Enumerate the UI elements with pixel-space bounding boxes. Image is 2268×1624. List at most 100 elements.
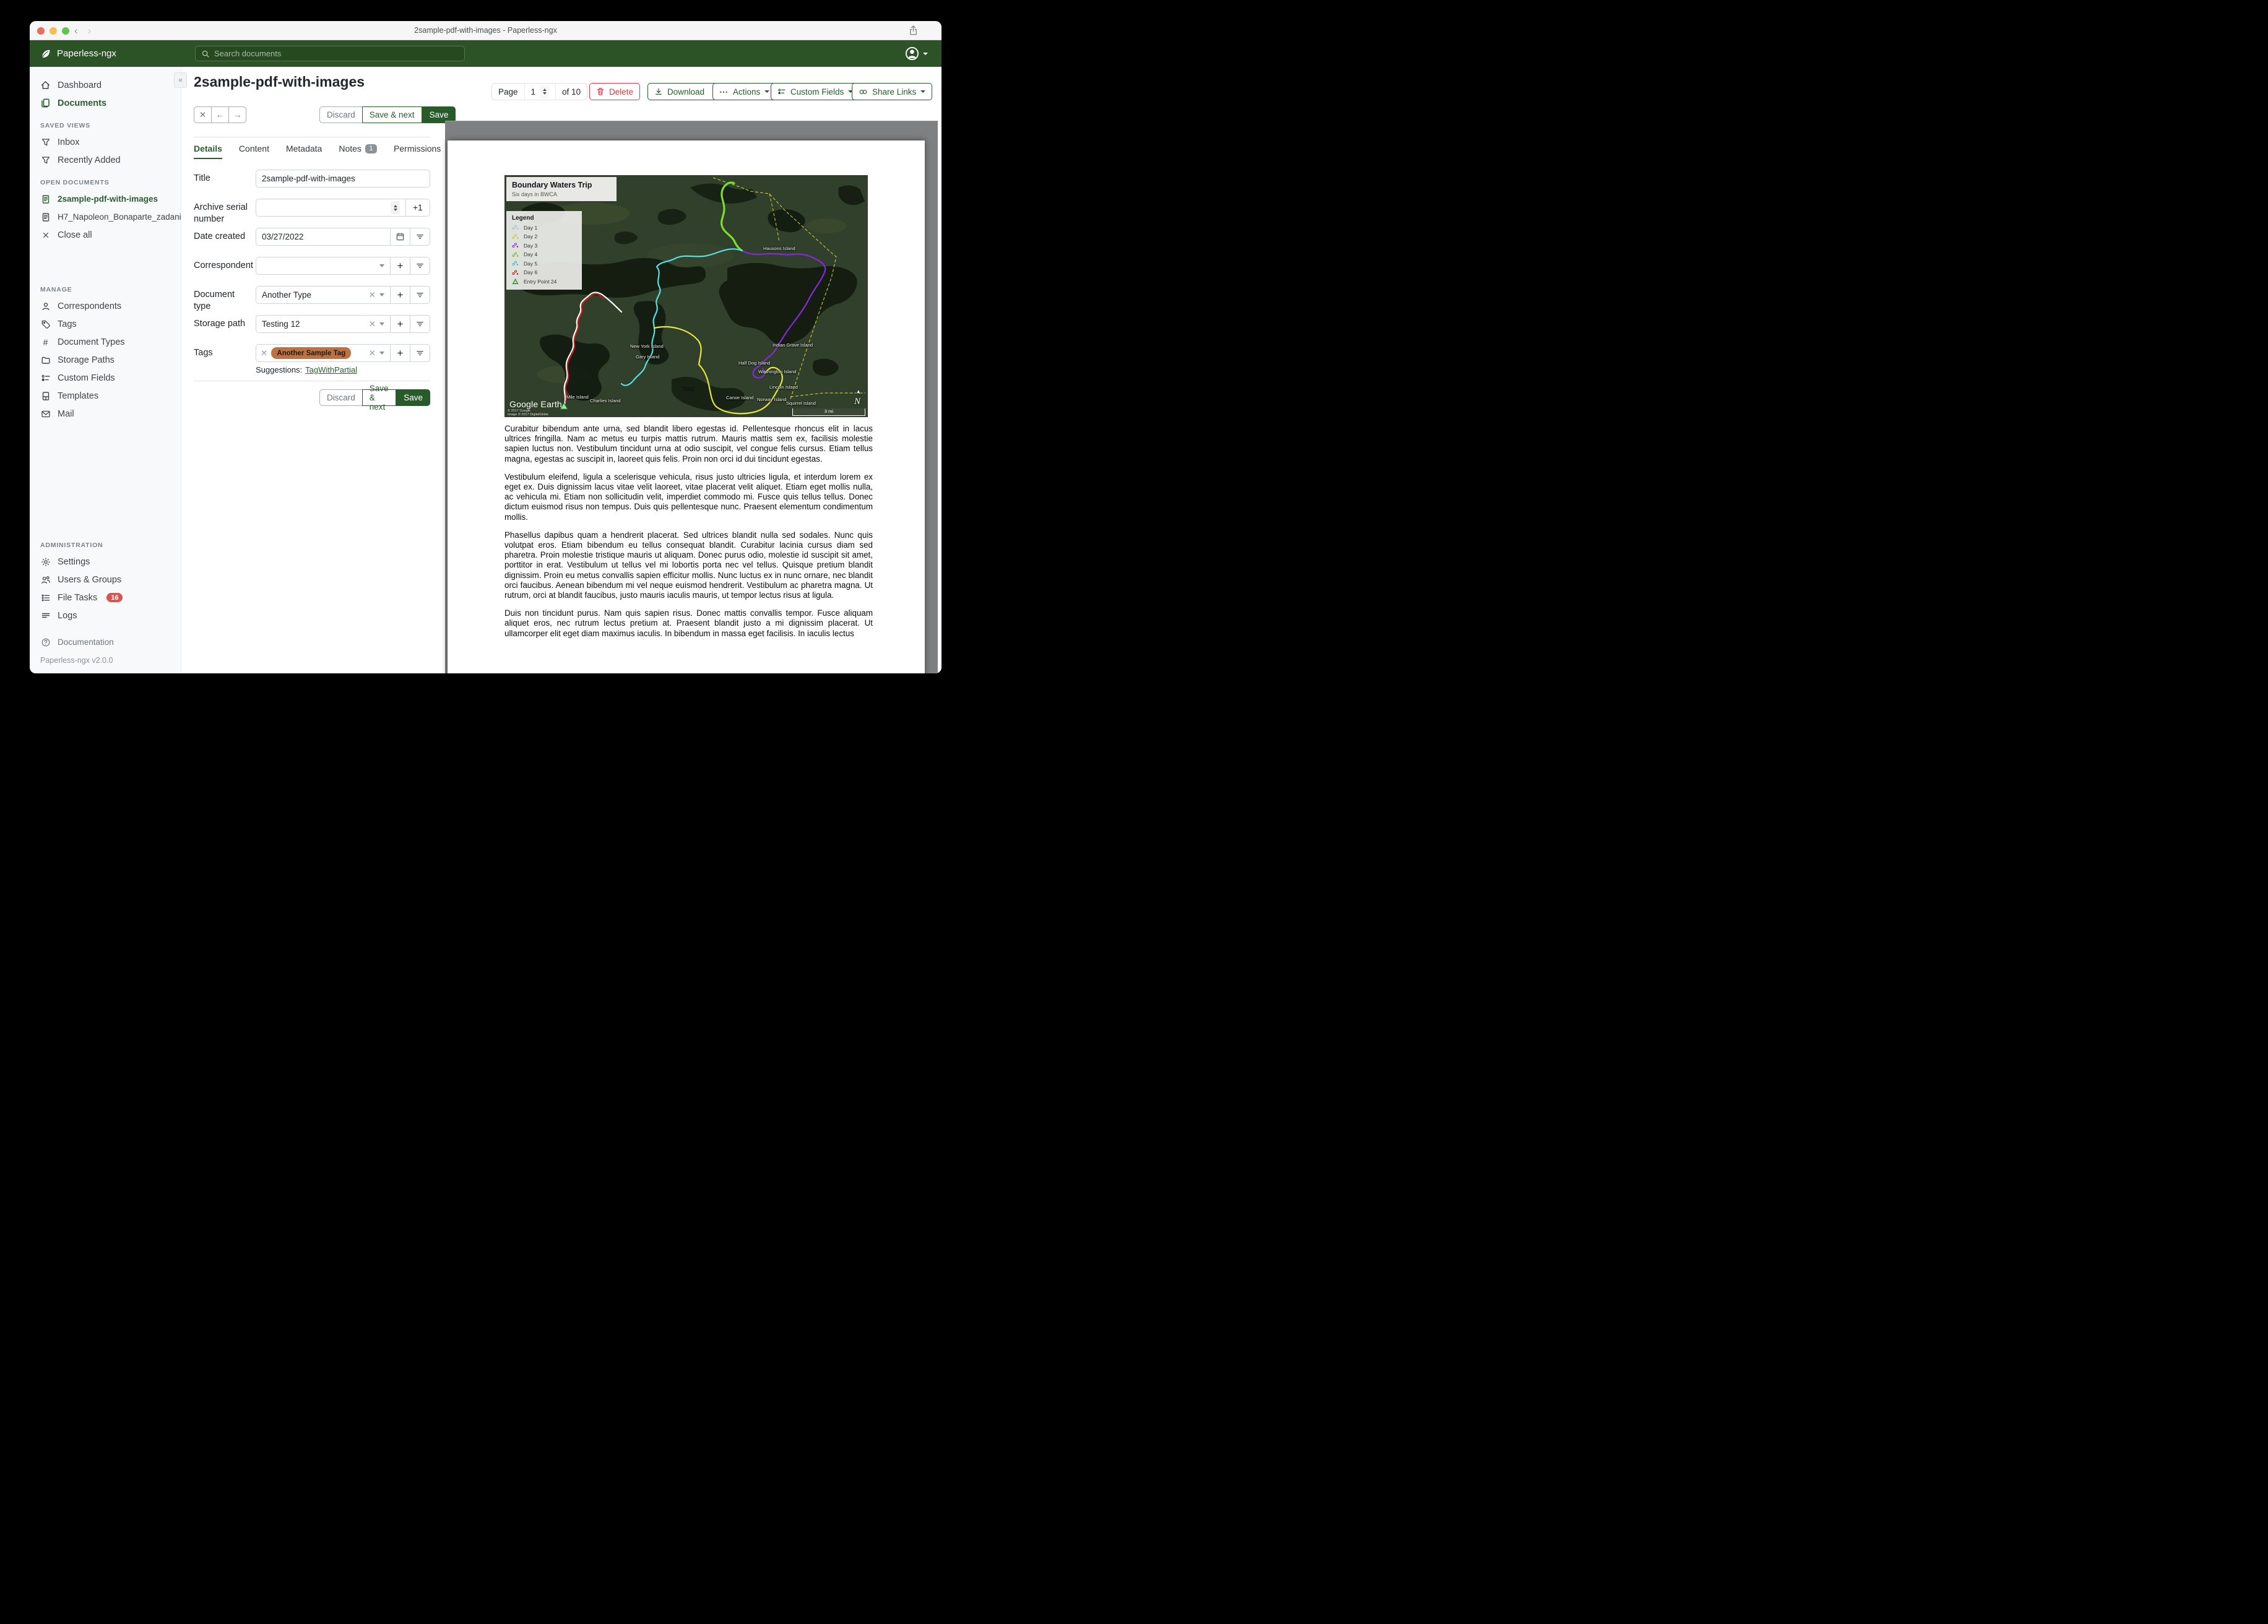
- correspondent-filter-button[interactable]: [410, 257, 430, 275]
- asn-field-label: Archive serial number: [194, 202, 248, 224]
- search-input[interactable]: Search documents: [195, 46, 465, 61]
- zoom-window-button[interactable]: [62, 27, 69, 35]
- back-icon[interactable]: ‹: [74, 25, 78, 37]
- legend-item: Day 2: [512, 233, 576, 240]
- page-number-input[interactable]: 1: [524, 84, 556, 100]
- map-text-annotation: Text: [682, 386, 695, 393]
- share-links-button[interactable]: Share Links: [852, 83, 933, 100]
- calendar-icon: [396, 233, 404, 241]
- discard-button[interactable]: Discard: [319, 389, 363, 406]
- save-button[interactable]: Save: [396, 389, 430, 406]
- delete-button[interactable]: Delete: [589, 83, 641, 100]
- sidebar-item-file-tasks[interactable]: File Tasks 16: [30, 589, 181, 607]
- sidebar-collapse-button[interactable]: «: [174, 72, 187, 88]
- tag-chip[interactable]: Another Sample Tag: [271, 347, 352, 359]
- number-stepper-icon[interactable]: [391, 201, 400, 214]
- app-window: ‹ › 2sample-pdf-with-images - Paperless-…: [30, 21, 941, 673]
- island-label: Canoe Island: [726, 395, 754, 400]
- person-icon: [40, 301, 51, 311]
- document-type-select[interactable]: Another Type ✕: [256, 286, 391, 304]
- browser-history-controls: ‹ ›: [74, 21, 91, 40]
- add-document-type-button[interactable]: +: [390, 286, 410, 304]
- sidebar-item-documents[interactable]: Documents: [30, 94, 181, 112]
- save-and-next-button[interactable]: Save & next: [361, 384, 397, 412]
- next-document-button[interactable]: →: [228, 106, 246, 123]
- minimize-window-button[interactable]: [50, 27, 57, 35]
- add-tag-button[interactable]: +: [390, 344, 410, 362]
- date-filter-button[interactable]: [410, 228, 430, 246]
- close-window-button[interactable]: [37, 27, 45, 35]
- paragraph: Vestibulum eleifend, ligula a scelerisqu…: [504, 472, 873, 522]
- asn-input[interactable]: [256, 199, 406, 217]
- filter-lines-icon: [417, 264, 423, 268]
- close-document-button[interactable]: ✕: [194, 106, 212, 123]
- tags-select[interactable]: ✕ Another Sample Tag ✕: [256, 344, 391, 362]
- storage-path-select[interactable]: Testing 12 ✕: [256, 315, 391, 333]
- sidebar-item-users-groups[interactable]: Users & Groups: [30, 571, 181, 589]
- compass-north: N: [853, 389, 862, 407]
- sidebar-item-inbox[interactable]: Inbox: [30, 133, 181, 151]
- sidebar-item-mail[interactable]: Mail: [30, 405, 181, 423]
- page-stepper-icon[interactable]: [540, 85, 550, 98]
- sidebar-item-templates[interactable]: Templates: [30, 387, 181, 405]
- remove-tag-icon[interactable]: ✕: [261, 349, 267, 358]
- app-brand[interactable]: Paperless-ngx: [40, 40, 116, 67]
- entry-point-icon: [512, 278, 519, 284]
- tags-filter-button[interactable]: [410, 344, 430, 362]
- tab-notes[interactable]: Notes 1: [339, 144, 378, 158]
- pdf-preview-pane[interactable]: Boundary Waters Trip Six days in BWCA Le…: [445, 121, 938, 673]
- asn-plus-one-button[interactable]: +1: [405, 199, 430, 217]
- save-and-next-button[interactable]: Save & next: [361, 106, 422, 123]
- sidebar-item-settings[interactable]: Settings: [30, 553, 181, 571]
- file-text-icon: [40, 212, 51, 222]
- clear-icon[interactable]: ✕: [369, 291, 376, 300]
- sidebar-item-recently-added[interactable]: Recently Added: [30, 151, 181, 169]
- sidebar-item-document-types[interactable]: # Document Types: [30, 333, 181, 351]
- correspondent-select[interactable]: [256, 257, 391, 275]
- clear-icon[interactable]: ✕: [369, 320, 376, 329]
- title-input[interactable]: 2sample-pdf-with-images: [256, 170, 430, 188]
- save-button-group-top: Discard Save & next Save: [319, 106, 456, 123]
- sidebar-item-dashboard[interactable]: Dashboard: [30, 76, 181, 94]
- sidebar-item-tags[interactable]: Tags: [30, 315, 181, 333]
- sidebar-item-documentation[interactable]: Documentation: [30, 633, 181, 651]
- forward-icon[interactable]: ›: [88, 25, 92, 37]
- chevron-down-icon: [379, 322, 384, 326]
- legend-item: Day 5: [512, 261, 576, 267]
- open-documents-heading: OPEN DOCUMENTS: [40, 179, 110, 186]
- sidebar-item-open-doc-1[interactable]: 2sample-pdf-with-images: [30, 190, 181, 208]
- discard-button[interactable]: Discard: [319, 106, 363, 123]
- user-menu[interactable]: [905, 46, 928, 61]
- calendar-button[interactable]: [390, 228, 410, 246]
- tab-metadata[interactable]: Metadata: [286, 144, 322, 158]
- add-storage-path-button[interactable]: +: [390, 315, 410, 333]
- sidebar-item-logs[interactable]: Logs: [30, 607, 181, 624]
- clear-icon[interactable]: ✕: [369, 349, 376, 358]
- custom-fields-button[interactable]: Custom Fields: [771, 83, 860, 100]
- date-created-input[interactable]: 03/27/2022: [256, 228, 391, 246]
- suggestion-link[interactable]: TagWithPartial: [305, 365, 357, 374]
- tab-permissions[interactable]: Permissions: [394, 144, 441, 158]
- link-icon: [859, 89, 867, 94]
- sidebar-item-custom-fields[interactable]: Custom Fields: [30, 369, 181, 387]
- plus-icon: +: [397, 289, 404, 301]
- legend-item: Day 4: [512, 251, 576, 257]
- document-type-label: Document type: [194, 290, 235, 311]
- route-dots-icon: [512, 270, 519, 275]
- correspondent-label: Correspondent: [194, 261, 253, 270]
- sidebar-item-close-all[interactable]: Close all: [30, 226, 181, 244]
- actions-button[interactable]: ⋯ Actions: [712, 83, 777, 100]
- island-label: Charlies Island: [590, 398, 621, 404]
- sidebar-item-storage-paths[interactable]: Storage Paths: [30, 351, 181, 369]
- add-correspondent-button[interactable]: +: [390, 257, 410, 275]
- file-tasks-badge: 16: [106, 593, 123, 602]
- share-icon[interactable]: [907, 25, 919, 37]
- sidebar-item-open-doc-2[interactable]: H7_Napoleon_Bonaparte_zadanie: [30, 208, 181, 226]
- download-button[interactable]: Download: [648, 84, 711, 100]
- document-type-filter-button[interactable]: [410, 286, 430, 304]
- tab-content[interactable]: Content: [239, 144, 269, 158]
- sidebar-item-correspondents[interactable]: Correspondents: [30, 297, 181, 315]
- tab-details[interactable]: Details: [194, 144, 222, 159]
- previous-document-button[interactable]: ←: [211, 106, 229, 123]
- storage-path-filter-button[interactable]: [410, 315, 430, 333]
